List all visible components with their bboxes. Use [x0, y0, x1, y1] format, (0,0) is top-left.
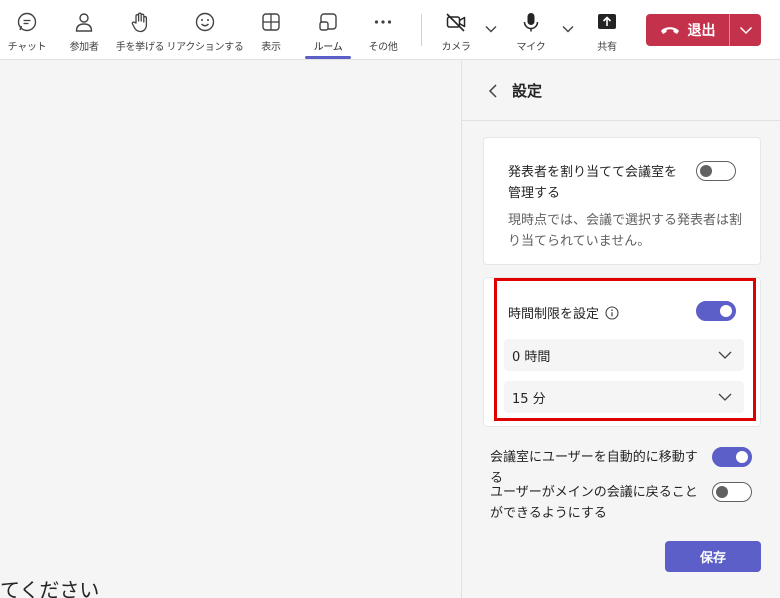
reactions-button[interactable]: リアクションする — [166, 0, 244, 60]
save-button[interactable]: 保存 — [665, 541, 761, 572]
camera-options-chevron-icon[interactable] — [484, 22, 498, 36]
time-limit-label: 時間制限を設定 — [508, 307, 600, 322]
toolbar-divider — [421, 14, 422, 46]
assign-presenters-label: 発表者を割り当てて会議室を管理する — [508, 165, 678, 201]
mic-button[interactable]: マイク — [514, 0, 548, 60]
minutes-value: 15 分 — [512, 391, 546, 407]
phone-hangup-icon — [660, 24, 680, 36]
share-button[interactable]: 共有 — [590, 0, 624, 60]
assign-presenters-toggle[interactable] — [696, 161, 736, 181]
smiley-icon — [193, 10, 217, 34]
minutes-dropdown[interactable]: 15 分 — [504, 381, 744, 413]
stage-message: てください — [0, 578, 100, 598]
share-screen-icon — [595, 10, 619, 34]
meeting-toolbar: チャット 参加者 手を挙げる リアクションする 表示 ルーム その他 カメラ マ… — [0, 0, 780, 60]
toggle-knob — [716, 486, 728, 498]
return-main-label: ユーザーがメインの会議に戻ることができるようにする — [490, 485, 698, 521]
more-button[interactable]: その他 — [363, 0, 403, 60]
back-chevron-icon[interactable] — [484, 82, 502, 100]
grid-view-icon — [259, 10, 283, 34]
info-icon[interactable] — [605, 305, 619, 320]
hand-icon — [128, 10, 152, 34]
people-button[interactable]: 参加者 — [64, 0, 104, 60]
mic-options-chevron-icon[interactable] — [561, 22, 575, 36]
auto-move-toggle[interactable] — [712, 447, 752, 467]
camera-off-icon — [444, 10, 468, 34]
camera-button[interactable]: カメラ — [438, 0, 474, 60]
return-main-toggle[interactable] — [712, 482, 752, 502]
chat-button[interactable]: チャット — [6, 0, 48, 60]
leave-main[interactable]: 退出 — [646, 14, 729, 46]
chevron-down-icon — [718, 351, 732, 359]
toggle-knob — [736, 451, 748, 463]
rooms-button[interactable]: ルーム — [305, 0, 351, 60]
time-limit-toggle[interactable] — [696, 301, 736, 321]
chat-icon — [15, 10, 39, 34]
settings-title: 設定 — [512, 82, 543, 100]
breakout-rooms-icon — [316, 10, 340, 34]
settings-header: 設定 — [462, 61, 780, 121]
raise-hand-button[interactable]: 手を挙げる — [114, 0, 166, 60]
people-icon — [72, 10, 96, 34]
toggle-knob — [700, 165, 712, 177]
meeting-stage — [0, 61, 461, 598]
view-button[interactable]: 表示 — [254, 0, 288, 60]
microphone-icon — [519, 10, 543, 34]
assign-presenters-card: 発表者を割り当てて会議室を管理する 現時点では、会議で選択する発表者は割り当てら… — [483, 137, 761, 265]
hours-dropdown[interactable]: 0 時間 — [504, 339, 744, 371]
hours-value: 0 時間 — [512, 349, 551, 365]
leave-button[interactable]: 退出 — [646, 14, 761, 46]
time-limit-label-row: 時間制限を設定 — [508, 303, 619, 322]
more-icon — [371, 10, 395, 34]
leave-label: 退出 — [687, 23, 716, 39]
active-tab-indicator — [305, 56, 351, 59]
leave-options-chevron-icon[interactable] — [730, 14, 761, 46]
assign-presenters-description: 現時点では、会議で選択する発表者は割り当てられていません。 — [508, 213, 743, 249]
toggle-knob — [720, 305, 732, 317]
chevron-down-icon — [718, 393, 732, 401]
